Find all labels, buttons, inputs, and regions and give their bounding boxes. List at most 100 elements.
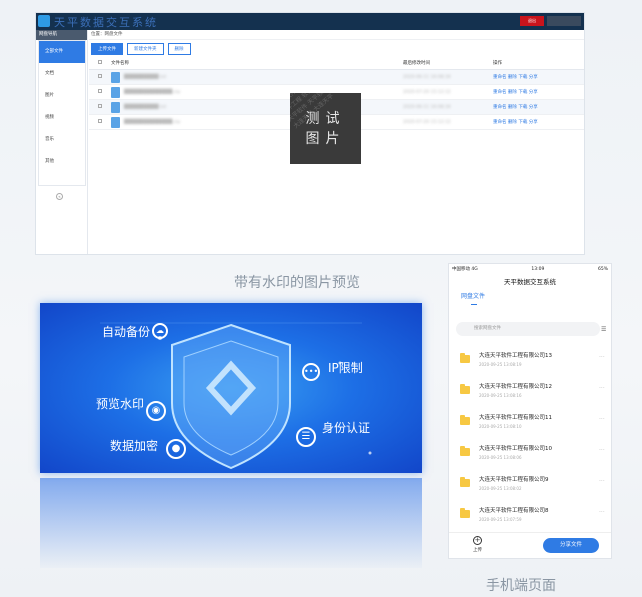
phone-bottom-bar: + 上传 分享文件 [449,532,611,558]
more-icon[interactable]: ··· [599,509,605,516]
sidebar-item-docs[interactable]: 文档 [39,63,85,85]
sidebar-item-images[interactable]: 图片 [39,85,85,107]
file-ops[interactable]: 重命名 删除 下载 分享 [493,119,573,125]
folder-date: 2020-09-25 13:08:19 [479,362,522,367]
select-all-checkbox[interactable] [98,60,102,64]
dots-icon: ••• [302,363,320,381]
folder-name: 大连天平软件工程有限公司10 [479,446,552,452]
folder-name: 大连天平软件工程有限公司13 [479,353,552,359]
folder-name: 大连天平软件工程有限公司11 [479,415,552,421]
share-button[interactable]: 分享文件 [543,538,599,553]
col-date: 最后修改时间 [403,61,430,66]
eye-icon: ◉ [146,401,166,421]
toolbar: 上传文件 新建文件夹 删除 [89,40,584,58]
tab-net-disk[interactable]: 网盘文件 [449,290,611,306]
file-ops[interactable]: 重命名 删除 下载 分享 [493,74,573,80]
desktop-header: 天平数据交互系统 退出 [36,13,584,30]
list-item[interactable]: 大连天平软件工程有限公司11 2020-09-25 13:08:10 ··· [449,407,611,438]
sidebar-list: 全部文件 文档 图片 视频 音乐 其他 [38,40,86,186]
folder-icon [460,353,470,363]
watermark-preview: 天平软件 天平软件 软件工程 软件工程 天平软件 天平软件 大连天平 大连天平 … [290,93,361,164]
watermark-line-2: 图片 [305,130,346,147]
table-row[interactable]: ██████████.txt 2020-06-11 16:08:34 重命名 删… [89,70,584,85]
clock: 13:09 [531,266,545,272]
breadcrumb: 位置：网盘文件 [89,30,584,40]
cloud-icon: ☁ [152,323,168,339]
delete-button[interactable]: 删除 [167,43,191,55]
file-icon [111,71,120,83]
file-ops[interactable]: 重命名 删除 下载 分享 [493,89,573,95]
folder-name: 大连天平软件工程有限公司8 [479,508,549,514]
folder-date: 2020-09-25 13:08:10 [479,424,522,429]
desktop-screenshot: 天平数据交互系统 退出 网盘导航 全部文件 文档 图片 视频 音乐 其他 « 位… [35,12,585,255]
caption-watermark: 带有水印的图片预览 [234,275,360,291]
id-card-icon: ☰ [296,427,316,447]
file-date: 2020-06-11 16:08:34 [403,104,451,110]
sidebar-item-other[interactable]: 其他 [39,151,85,173]
sidebar-item-videos[interactable]: 视频 [39,107,85,129]
file-name[interactable]: ██████████████.zip [124,90,180,95]
file-name[interactable]: ██████████.txt [124,105,166,110]
col-ops: 操作 [493,61,502,66]
sidebar-item-all[interactable]: 全部文件 [39,41,85,63]
sidebar: 网盘导航 全部文件 文档 图片 视频 音乐 其他 « [36,30,88,254]
file-date: 2020-06-11 16:08:34 [403,74,451,80]
sort-icon[interactable]: ☰ [601,326,606,333]
upload-icon[interactable]: + [473,536,482,545]
folder-date: 2020-09-25 13:08:06 [479,455,522,460]
folder-icon [460,415,470,425]
feature-auto-backup: 自动备份 [102,325,151,339]
feature-ip-limit: IP限制 [328,361,363,375]
folder-name: 大连天平软件工程有限公司12 [479,384,552,390]
shield-icon [100,322,372,470]
sidebar-head[interactable]: 网盘导航 [36,30,87,40]
row-checkbox[interactable] [98,89,102,93]
table-header: 文件名称 最后修改时间 操作 [89,58,584,70]
row-checkbox[interactable] [98,119,102,123]
folder-list: 大连天平软件工程有限公司13 2020-09-25 13:08:19 ··· 大… [449,345,611,531]
more-icon[interactable]: ··· [599,354,605,361]
user-menu[interactable] [547,16,581,26]
more-icon[interactable]: ··· [599,416,605,423]
row-checkbox[interactable] [98,74,102,78]
more-icon[interactable]: ··· [599,447,605,454]
app-title: 天平数据交互系统 [54,16,158,29]
logout-button[interactable]: 退出 [520,16,544,26]
folder-date: 2020-09-25 13:07:59 [479,517,522,522]
file-date: 2020-07-20 15:12:12 [403,119,451,125]
search-input[interactable]: 搜索网盘文件 [456,322,600,336]
more-icon[interactable]: ··· [599,478,605,485]
row-checkbox[interactable] [98,104,102,108]
list-item[interactable]: 大连天平软件工程有限公司13 2020-09-25 13:08:19 ··· [449,345,611,376]
file-icon [111,86,120,98]
feature-identity-auth: 身份认证 [322,421,371,435]
battery: 65% [597,266,608,272]
upload-button[interactable]: 上传文件 [91,43,123,55]
more-icon[interactable]: ··· [599,385,605,392]
app-logo-icon [38,15,50,27]
file-date: 2020-07-20 15:12:12 [403,89,451,95]
upload-label[interactable]: 上传 [473,547,482,553]
feature-banner: 自动备份 ☁ IP限制 ••• 预览水印 ◉ 身份认证 ☰ 数据加密 ● [40,303,422,473]
folder-icon [460,508,470,518]
new-folder-button[interactable]: 新建文件夹 [127,43,164,55]
folder-name: 大连天平软件工程有限公司9 [479,477,549,483]
collapse-icon[interactable]: « [56,193,63,200]
list-item[interactable]: 大连天平软件工程有限公司12 2020-09-25 13:08:16 ··· [449,376,611,407]
list-item[interactable]: 大连天平软件工程有限公司8 2020-09-25 13:07:59 ··· [449,500,611,531]
folder-icon [460,477,470,487]
banner-reflection [40,478,422,568]
sidebar-item-music[interactable]: 音乐 [39,129,85,151]
folder-icon [460,384,470,394]
phone-title: 天平数据交互系统 [504,278,556,286]
feature-data-encrypt: 数据加密 [110,439,159,453]
file-ops[interactable]: 重命名 删除 下载 分享 [493,104,573,110]
file-icon [111,116,120,128]
file-name[interactable]: ██████████████.zip [124,120,180,125]
file-name[interactable]: ██████████.txt [124,75,166,80]
list-item[interactable]: 大连天平软件工程有限公司9 2020-09-25 13:08:02 ··· [449,469,611,500]
caption-mobile: 手机端页面 [486,578,556,594]
folder-date: 2020-09-25 13:08:02 [479,486,522,491]
list-item[interactable]: 大连天平软件工程有限公司10 2020-09-25 13:08:06 ··· [449,438,611,469]
folder-date: 2020-09-25 13:08:16 [479,393,522,398]
